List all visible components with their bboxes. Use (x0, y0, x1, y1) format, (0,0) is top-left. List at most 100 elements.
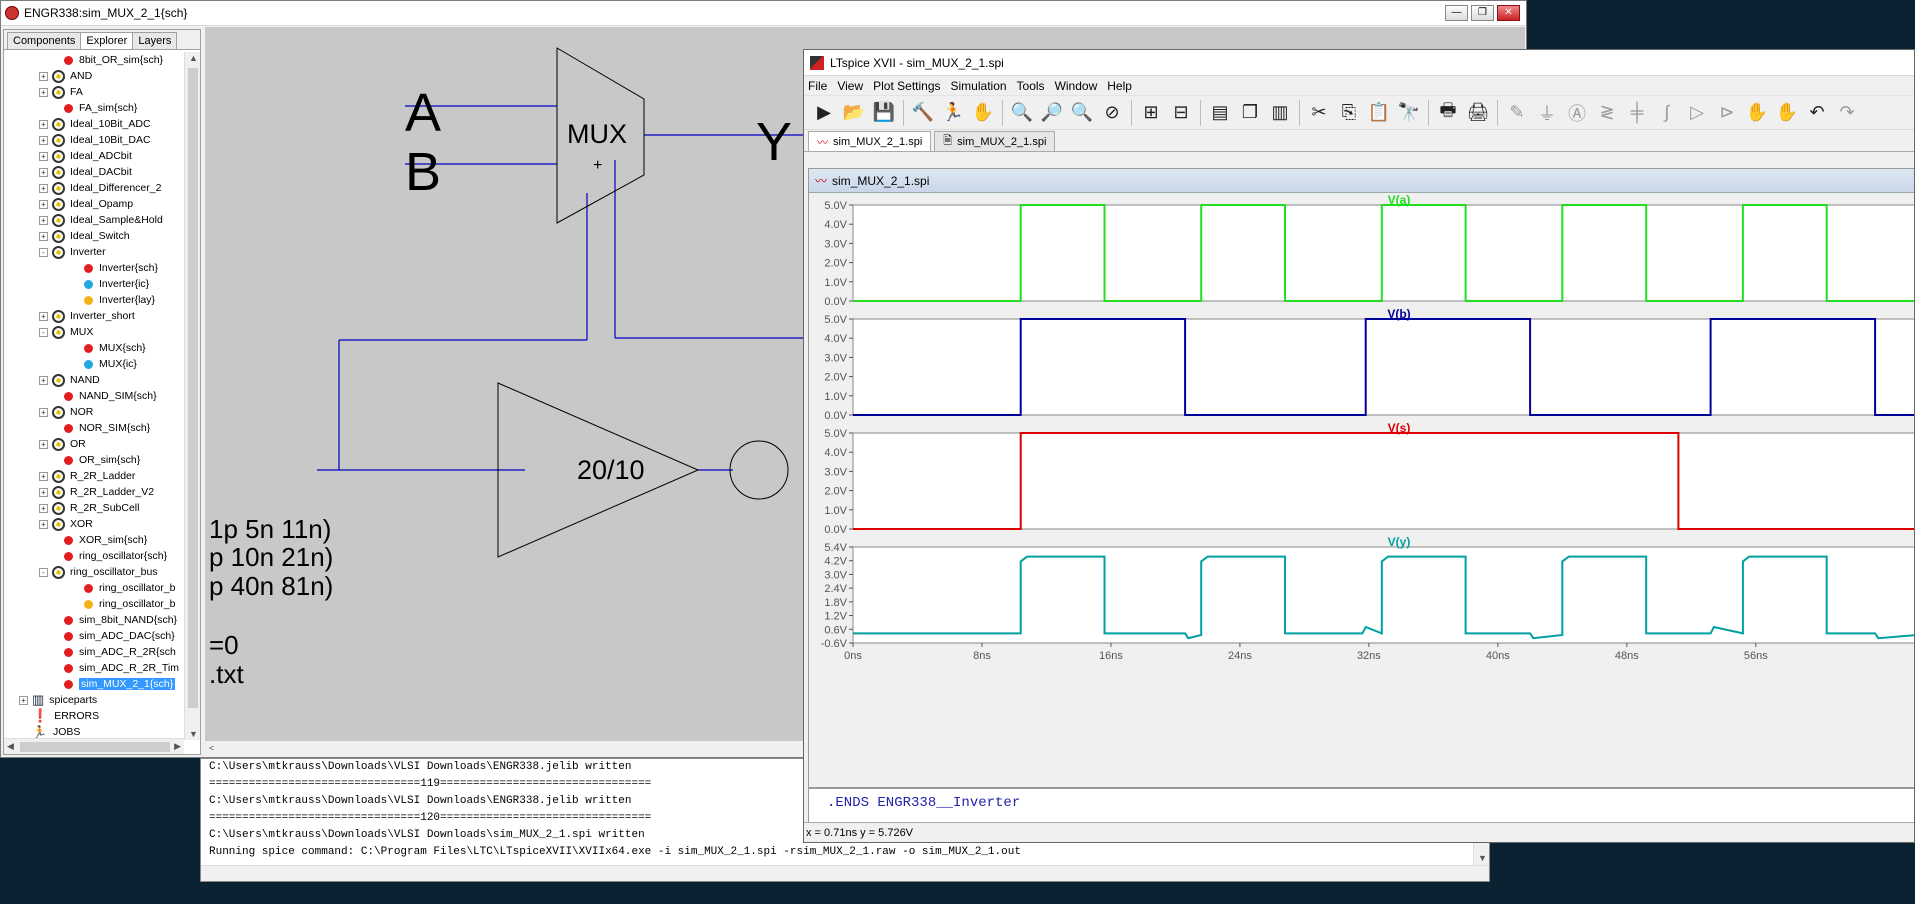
expand-icon[interactable]: + (39, 135, 48, 145)
tree-item[interactable]: + NOR (4, 404, 184, 420)
tree-item[interactable]: + FA (4, 84, 184, 100)
tree-item[interactable]: FA_sim{sch} (4, 100, 184, 116)
tree-item[interactable]: + ▥ spiceparts (4, 692, 184, 708)
zoom-area-icon[interactable]: 🔎 (1038, 99, 1066, 127)
schematic-scroll-left-icon[interactable]: < (209, 743, 214, 753)
tree-item[interactable]: NAND_SIM{sch} (4, 388, 184, 404)
expand-icon[interactable]: + (39, 471, 48, 481)
fit-icon[interactable]: ⊟ (1167, 99, 1195, 127)
tile-horizontal-icon[interactable]: ▤ (1206, 99, 1234, 127)
waveform-plots[interactable]: V(a)5.0V4.0V3.0V2.0V1.0V0.0VV(b)5.0V4.0V… (809, 193, 1915, 787)
capacitor-icon[interactable]: ╪ (1623, 99, 1651, 127)
expand-icon[interactable]: + (39, 231, 48, 241)
tree-item[interactable]: + XOR (4, 516, 184, 532)
close-button[interactable]: ✕ (1497, 5, 1520, 21)
tree-item[interactable]: ring_oscillator_b (4, 596, 184, 612)
tree-item[interactable]: Inverter{lay} (4, 292, 184, 308)
tree-item[interactable]: + Ideal_Switch (4, 228, 184, 244)
tree-item[interactable]: + Inverter_short (4, 308, 184, 324)
doc-tab-netlist[interactable]: 🗎 sim_MUX_2_1.spi (934, 131, 1056, 151)
tree-item[interactable]: NOR_SIM{sch} (4, 420, 184, 436)
undo-icon[interactable]: ↶ (1803, 99, 1831, 127)
zoom-cancel-icon[interactable]: ⊘ (1098, 99, 1126, 127)
tree-item[interactable]: + Ideal_Opamp (4, 196, 184, 212)
tree-item[interactable]: sim_ADC_DAC{sch} (4, 628, 184, 644)
ground-icon[interactable]: ⏚ (1533, 99, 1561, 127)
expand-icon[interactable]: + (39, 215, 48, 225)
tree-item[interactable]: + Ideal_ADCbit (4, 148, 184, 164)
minimize-button[interactable]: — (1445, 5, 1468, 21)
expand-icon[interactable]: + (39, 167, 48, 177)
copy-icon[interactable]: ⎘ (1335, 99, 1363, 127)
tree-item[interactable]: + Ideal_DACbit (4, 164, 184, 180)
save-icon[interactable]: 💾 (870, 99, 898, 127)
collapse-icon[interactable]: - (39, 567, 48, 577)
menu-file[interactable]: File (808, 79, 827, 93)
maximize-button[interactable]: ❐ (1471, 5, 1494, 21)
menu-view[interactable]: View (837, 79, 863, 93)
collapse-icon[interactable]: - (39, 327, 48, 337)
scroll-down-icon[interactable]: ▼ (189, 729, 198, 739)
tree-item[interactable]: - Inverter (4, 244, 184, 260)
diode-icon[interactable]: ▷ (1683, 99, 1711, 127)
electric-titlebar[interactable]: ENGR338:sim_MUX_2_1{sch} — ❐ ✕ (1, 1, 1526, 26)
cascade-icon[interactable]: ❐ (1236, 99, 1264, 127)
tree-item[interactable]: + R_2R_Ladder (4, 468, 184, 484)
expand-icon[interactable]: + (19, 695, 28, 705)
wire-icon[interactable]: ✎ (1503, 99, 1531, 127)
waveform-window-titlebar[interactable]: 〰 sim_MUX_2_1.spi (809, 169, 1914, 193)
print-icon[interactable]: 🖶 (1434, 99, 1462, 127)
tree-item[interactable]: - ring_oscillator_bus (4, 564, 184, 580)
tree-item[interactable]: + OR (4, 436, 184, 452)
tree-item[interactable]: + NAND (4, 372, 184, 388)
menu-plot-settings[interactable]: Plot Settings (873, 79, 940, 93)
expand-icon[interactable]: + (39, 87, 48, 97)
explorer-horizontal-scrollbar[interactable]: ◀ ▶ (4, 738, 184, 754)
scroll-right-icon[interactable]: ▶ (174, 741, 181, 752)
drag-icon[interactable]: ✋ (1773, 99, 1801, 127)
expand-icon[interactable]: + (39, 439, 48, 449)
tree-item[interactable]: ❗ ERRORS (4, 708, 184, 724)
zoom-in-icon[interactable]: 🔍 (1008, 99, 1036, 127)
tree-item[interactable]: Inverter{sch} (4, 260, 184, 276)
expand-icon[interactable]: + (39, 375, 48, 385)
expand-icon[interactable]: + (39, 503, 48, 513)
scroll-up-icon[interactable]: ▲ (189, 53, 198, 63)
expand-icon[interactable]: + (39, 199, 48, 209)
tree-item[interactable]: + Ideal_10Bit_DAC (4, 132, 184, 148)
expand-icon[interactable]: + (39, 519, 48, 529)
tree-item[interactable]: + Ideal_Differencer_2 (4, 180, 184, 196)
menu-simulation[interactable]: Simulation (951, 79, 1007, 93)
component-icon[interactable]: ⊳ (1713, 99, 1741, 127)
move-icon[interactable]: ✋ (1743, 99, 1771, 127)
tree-item[interactable]: sim_MUX_2_1{sch} (4, 676, 184, 692)
tree-item[interactable]: sim_ADC_R_2R{sch (4, 644, 184, 660)
menu-window[interactable]: Window (1055, 79, 1098, 93)
autorange-icon[interactable]: ⊞ (1137, 99, 1165, 127)
expand-icon[interactable]: + (39, 487, 48, 497)
label-icon[interactable]: Ⓐ (1563, 99, 1591, 127)
expand-icon[interactable]: + (39, 183, 48, 193)
console-horizontal-scrollbar[interactable] (201, 865, 1489, 881)
expand-icon[interactable]: + (39, 151, 48, 161)
expand-icon[interactable]: + (39, 407, 48, 417)
tree-item[interactable]: 8bit_OR_sim{sch} (4, 52, 184, 68)
tile-vertical-icon[interactable]: ▥ (1266, 99, 1294, 127)
run-icon[interactable]: ▶ (810, 99, 838, 127)
find-icon[interactable]: 🔭 (1395, 99, 1423, 127)
waveform-window[interactable]: 〰 sim_MUX_2_1.spi V(a) 5.0V 4.0V 3.0V 2.0V 1.… (808, 168, 1915, 788)
scroll-left-icon[interactable]: ◀ (7, 741, 14, 752)
menu-help[interactable]: Help (1107, 79, 1132, 93)
tree-item[interactable]: Inverter{ic} (4, 276, 184, 292)
explorer-scroll-thumb[interactable] (188, 68, 198, 708)
explorer-hscroll-thumb[interactable] (20, 742, 170, 752)
tree-item[interactable]: + R_2R_SubCell (4, 500, 184, 516)
schematic-horizontal-scrollbar[interactable]: < (205, 741, 805, 757)
expand-icon[interactable]: + (39, 71, 48, 81)
tree-item[interactable]: XOR_sim{sch} (4, 532, 184, 548)
tree-item[interactable]: MUX{sch} (4, 340, 184, 356)
expand-icon[interactable]: + (39, 119, 48, 129)
collapse-icon[interactable]: - (39, 247, 48, 257)
tree-item[interactable]: + Ideal_10Bit_ADC (4, 116, 184, 132)
tab-components[interactable]: Components (7, 32, 82, 49)
